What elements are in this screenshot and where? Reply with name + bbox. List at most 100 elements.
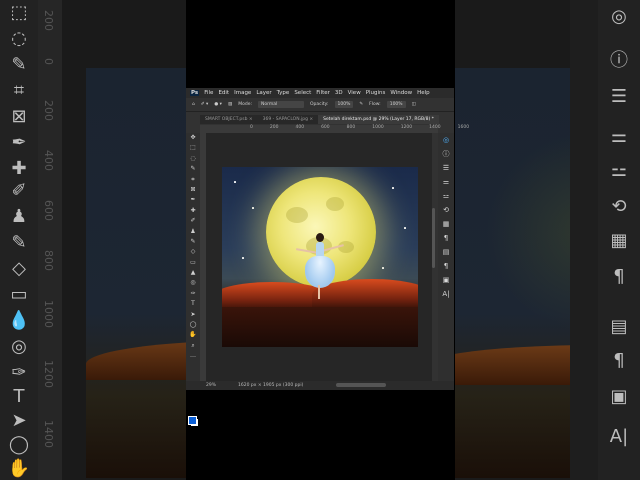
gradient-tool-icon[interactable]: ▭ xyxy=(186,258,200,268)
mode-select[interactable]: Normal xyxy=(258,101,304,108)
star xyxy=(252,207,254,209)
character-icon: ¶ xyxy=(613,350,625,371)
vertical-scrollbar[interactable] xyxy=(432,208,435,268)
sliders-icon: ⚍ xyxy=(610,160,628,181)
hand-tool-icon[interactable]: ✋ xyxy=(186,330,200,340)
adjustments-icon[interactable]: ◎ xyxy=(438,133,454,147)
dodge-tool-icon[interactable]: ◎ xyxy=(186,278,200,288)
glyphs-icon[interactable]: ▣ xyxy=(438,273,454,287)
airbrush-icon[interactable]: ◫ xyxy=(412,102,416,107)
menu-file[interactable]: File xyxy=(204,90,213,96)
ruler-tick: 1600 xyxy=(457,125,470,130)
text-style-icon[interactable]: A| xyxy=(438,287,454,301)
eyedropper-tool-icon[interactable]: ✒ xyxy=(186,195,200,205)
shape-tool-icon[interactable]: ◯ xyxy=(186,320,200,330)
ruler-tick: 200 xyxy=(269,125,279,130)
brush-preset-icon[interactable]: ✐ ▾ xyxy=(201,102,208,107)
eraser-tool-icon[interactable]: ◇ xyxy=(186,247,200,257)
crop-tool-icon[interactable]: ⌗ xyxy=(186,175,200,185)
brush-icon: ✐ xyxy=(11,180,27,201)
layers-icon[interactable]: ▤ xyxy=(438,245,454,259)
ruler-tick: 1000 xyxy=(372,125,384,130)
quick-select-icon: ✎ xyxy=(11,54,27,75)
blur-tool-icon[interactable]: ▲ xyxy=(186,268,200,278)
menu-image[interactable]: Image xyxy=(234,90,251,96)
menu-window[interactable]: Window xyxy=(390,90,412,96)
pressure-opacity-icon[interactable]: ✎ xyxy=(359,102,363,107)
ruler-digit: 400 xyxy=(42,150,55,171)
stamp-tool-icon[interactable]: ♟ xyxy=(186,227,200,237)
ruler-digit: 1200 xyxy=(42,360,55,388)
horizontal-scrollbar[interactable] xyxy=(336,383,386,387)
quick-select-tool-icon[interactable]: ✎ xyxy=(186,164,200,174)
menu-filter[interactable]: Filter xyxy=(316,90,330,96)
brush-size-icon[interactable]: ● ▾ xyxy=(214,102,222,107)
options-bar: ⌂ ✐ ▾ ● ▾ ▨ Mode: Normal Opacity: 100% ✎… xyxy=(186,98,454,112)
paragraph-icon[interactable]: ¶ xyxy=(438,231,454,245)
ruler-tick: 400 xyxy=(295,125,305,130)
document-info: 1620 px × 1905 px (300 ppi) xyxy=(238,383,304,388)
ruler-digit: 0 xyxy=(42,58,55,65)
menu-layer[interactable]: Layer xyxy=(256,90,271,96)
pen-tool-icon[interactable]: ✑ xyxy=(186,289,200,299)
history-icon[interactable]: ⟲ xyxy=(438,203,454,217)
path-select-icon: ➤ xyxy=(11,410,27,431)
tools-panel: ✥ ⬚ ◌ ✎ ⌗ ⊠ ✒ ✚ ✐ ♟ ✎ ◇ ▭ ▲ ◎ ✑ T ➤ ◯ ✋ … xyxy=(186,133,200,426)
history-brush-tool-icon[interactable]: ✎ xyxy=(186,237,200,247)
menu-edit[interactable]: Edit xyxy=(218,90,229,96)
stamp-icon: ♟ xyxy=(10,206,28,227)
path-select-tool-icon[interactable]: ➤ xyxy=(186,310,200,320)
ruler-digit: 1400 xyxy=(42,420,55,448)
star xyxy=(404,227,406,229)
menu-help[interactable]: Help xyxy=(417,90,430,96)
paths-icon[interactable]: ⚍ xyxy=(438,189,454,203)
blurred-toolbar-left: ⬚ ◌ ✎ ⌗ ⊠ ✒ ✚ ✐ ♟ ✎ ◇ ▭ 💧 ◎ ✑ T ➤ ◯ ✋ xyxy=(0,0,38,480)
menu-plugins[interactable]: Plugins xyxy=(366,90,386,96)
flow-input[interactable]: 100% xyxy=(386,101,406,108)
photoshop-logo: Ps xyxy=(190,90,200,96)
frame-tool-icon[interactable]: ⊠ xyxy=(186,185,200,195)
brush-tool-icon[interactable]: ✐ xyxy=(186,216,200,226)
document-canvas[interactable] xyxy=(222,167,418,347)
blurred-background-right: ◎ ⓘ ☰ ⚌ ⚍ ⟲ ▦ ¶ ▤ ¶ ▣ A| xyxy=(455,0,640,480)
info-icon[interactable]: ⓘ xyxy=(438,147,454,161)
menu-3d[interactable]: 3D xyxy=(335,90,343,96)
zoom-level[interactable]: 29% xyxy=(206,383,216,388)
text-icon: A| xyxy=(609,426,629,447)
more-tools-icon[interactable]: … xyxy=(186,351,200,361)
sliders-icon: ⚌ xyxy=(610,126,628,147)
star xyxy=(242,257,244,259)
moon-crater xyxy=(326,197,344,211)
frame-icon: ⊠ xyxy=(11,106,27,127)
swatches-icon[interactable]: ▦ xyxy=(438,217,454,231)
tab-active-document[interactable]: Setelah direktam.psd @ 29% (Layer 17, RG… xyxy=(318,115,439,124)
girl-dress xyxy=(305,256,335,288)
move-tool-icon[interactable]: ✥ xyxy=(186,133,200,143)
tab-sapaclon[interactable]: 369 - SAPACLON.jpg × xyxy=(258,115,319,124)
type-tool-icon[interactable]: T xyxy=(186,299,200,309)
character-icon[interactable]: ¶ xyxy=(438,259,454,273)
blurred-background-left: ⬚ ◌ ✎ ⌗ ⊠ ✒ ✚ ✐ ♟ ✎ ◇ ▭ 💧 ◎ ✑ T ➤ ◯ ✋ 20… xyxy=(0,0,186,480)
blurred-artwork-left xyxy=(86,68,186,478)
moon-crater xyxy=(286,207,308,223)
opacity-input[interactable]: 100% xyxy=(334,101,354,108)
lasso-tool-icon[interactable]: ◌ xyxy=(186,154,200,164)
zoom-tool-icon[interactable]: ⌕ xyxy=(186,341,200,351)
star xyxy=(392,187,394,189)
info-icon: ⓘ xyxy=(610,50,628,71)
tab-smart-object[interactable]: SMART OBJECT.psb × xyxy=(200,115,258,124)
channels-icon[interactable]: ⚌ xyxy=(438,175,454,189)
foreground-color-swatch[interactable] xyxy=(188,416,197,425)
dark-ground xyxy=(222,307,418,347)
marquee-tool-icon[interactable]: ⬚ xyxy=(186,143,200,153)
adjust-icon: ◎ xyxy=(611,6,627,27)
menu-type[interactable]: Type xyxy=(277,90,290,96)
properties-icon[interactable]: ☰ xyxy=(438,161,454,175)
home-icon[interactable]: ⌂ xyxy=(192,102,195,107)
document-tabs: SMART OBJECT.psb × 369 - SAPACLON.jpg × … xyxy=(200,115,439,124)
menu-view[interactable]: View xyxy=(348,90,361,96)
brush-settings-icon[interactable]: ▨ xyxy=(228,102,232,107)
healing-tool-icon[interactable]: ✚ xyxy=(186,206,200,216)
ruler-digit: 800 xyxy=(42,250,55,271)
menu-select[interactable]: Select xyxy=(294,90,311,96)
